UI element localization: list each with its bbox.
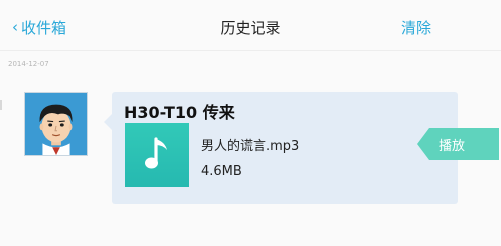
message-sender: H30-T10 传来: [124, 103, 235, 122]
file-size: 4.6MB: [201, 164, 242, 179]
bubble-tail: [104, 114, 112, 130]
avatar-face-icon: [25, 93, 87, 155]
sender-avatar[interactable]: [24, 92, 88, 156]
message-bubble[interactable]: H30-T10 传来 男人的谎言.mp3 4.6MB: [104, 92, 458, 204]
nav-bar: ‹ 收件箱 历史记录 清除: [0, 0, 501, 51]
music-note-icon: [145, 137, 167, 169]
play-button[interactable]: 播放: [417, 128, 499, 160]
message-date: 2014-12-07: [8, 60, 49, 68]
clear-button[interactable]: 清除: [401, 17, 431, 38]
file-name: 男人的谎言.mp3: [201, 139, 300, 154]
edge-marker: [0, 100, 2, 110]
play-button-label: 播放: [439, 139, 466, 154]
file-thumbnail[interactable]: [125, 123, 189, 187]
